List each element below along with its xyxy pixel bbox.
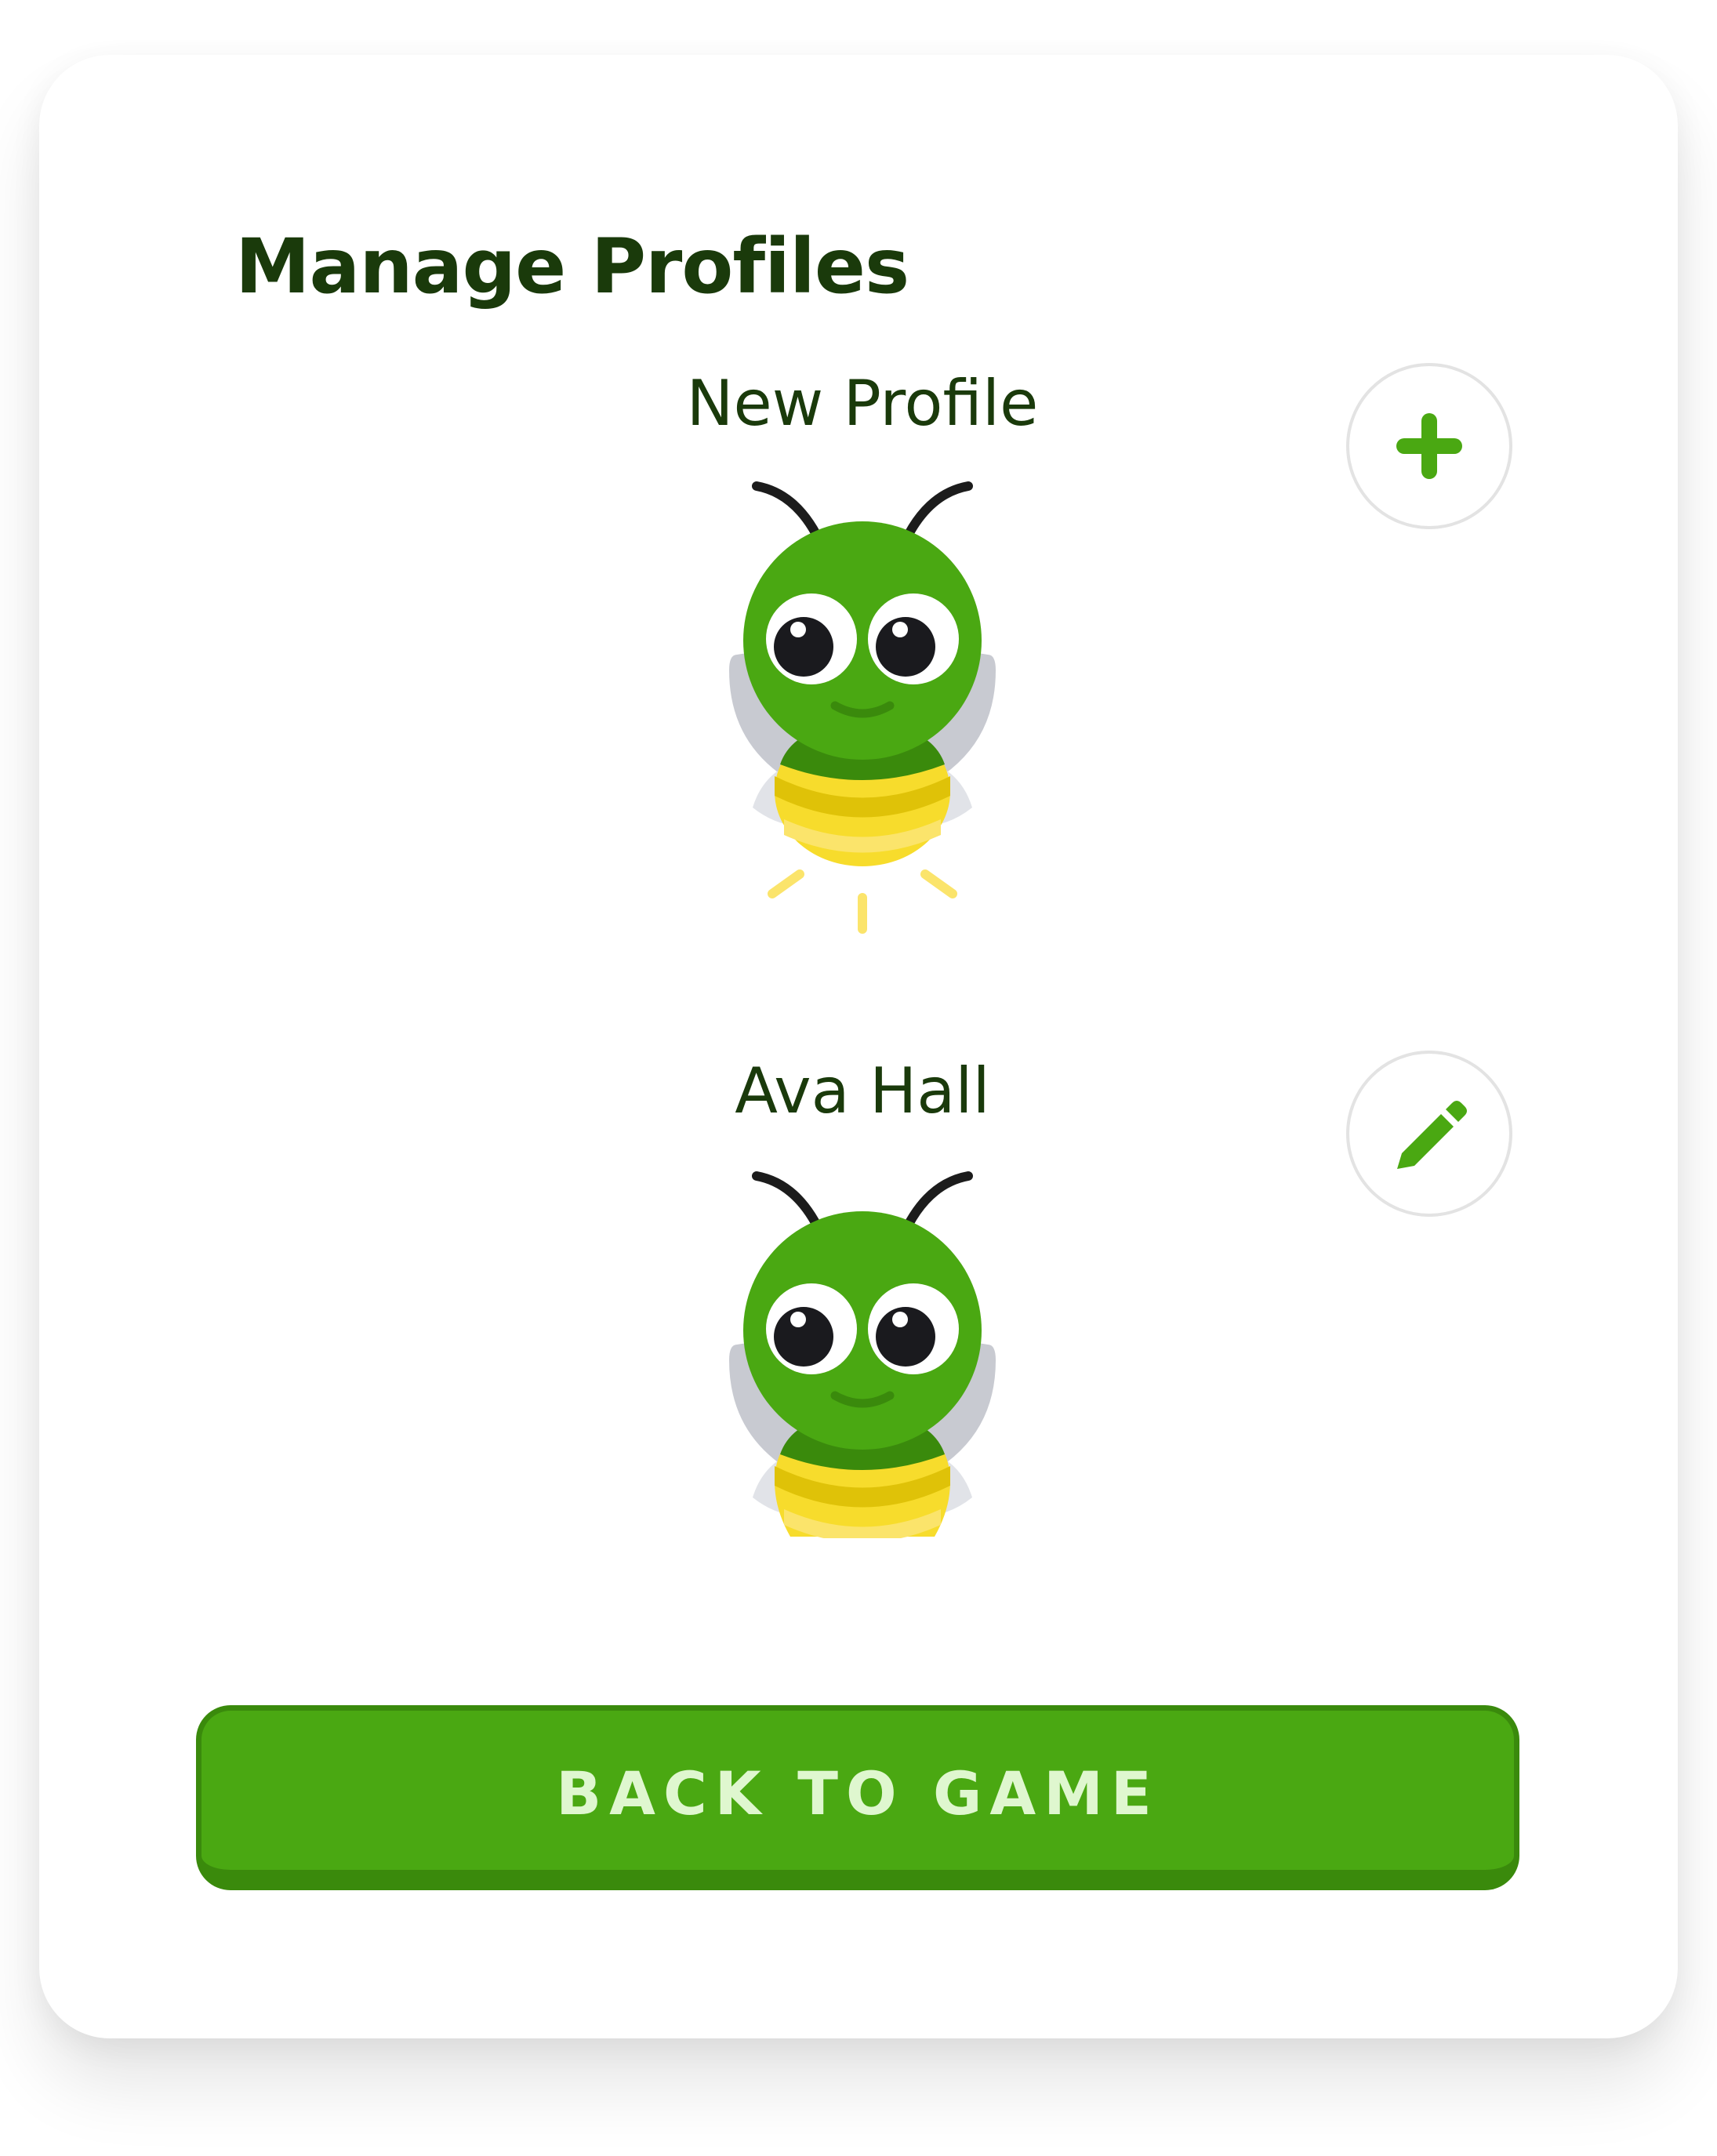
edit-profile-button[interactable]: [1346, 1051, 1512, 1217]
back-to-game-button[interactable]: BACK TO GAME: [196, 1705, 1519, 1890]
back-to-game-label: BACK TO GAME: [556, 1759, 1160, 1828]
plus-icon: [1396, 413, 1462, 479]
page-title: Manage Profiles: [235, 223, 909, 310]
pencil-icon: [1397, 1101, 1467, 1169]
bee-avatar-ava-hall[interactable]: [612, 1156, 1113, 1627]
add-profile-button[interactable]: [1346, 363, 1512, 529]
profile-name-new: New Profile: [686, 367, 1039, 440]
bee-avatar-new-profile[interactable]: [612, 466, 1113, 937]
profile-name-ava-hall: Ava Hall: [735, 1054, 990, 1127]
